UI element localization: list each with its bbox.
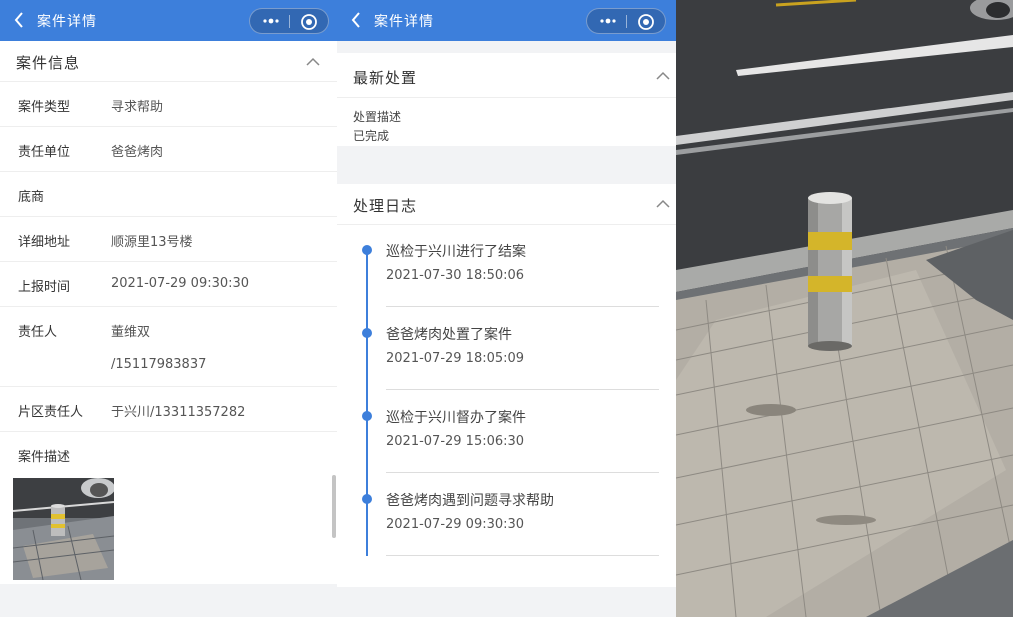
log-entry-time: 2021-07-29 15:06:30	[386, 434, 525, 449]
log-separator	[386, 472, 659, 473]
log-entry-time: 2021-07-29 18:05:09	[386, 351, 525, 366]
field-row-area-manager: 片区责任人 于兴川/13311357282	[0, 387, 337, 432]
timeline-dot	[362, 494, 372, 504]
chevron-up-icon[interactable]	[656, 71, 670, 81]
chevron-up-icon[interactable]	[306, 57, 320, 67]
timeline-dot	[362, 245, 372, 255]
back-chevron-icon[interactable]	[347, 10, 367, 30]
log-separator	[386, 555, 659, 556]
bollard-photo	[676, 0, 1013, 617]
field-row-case-type: 案件类型 寻求帮助	[0, 82, 337, 127]
timeline-line	[366, 250, 368, 556]
field-value: 爸爸烤肉	[111, 145, 164, 160]
case-info-card: 案件信息 案件类型 寻求帮助 责任单位 爸爸烤肉 底商 详细地址 顺源里13号楼…	[0, 41, 337, 584]
page-title: 案件详情	[374, 14, 434, 30]
field-label: 案件描述	[18, 450, 71, 465]
section-title-case-info: 案件信息	[16, 54, 81, 72]
capsule-menu	[586, 8, 666, 34]
divider	[337, 224, 676, 225]
field-value: 于兴川/13311357282	[111, 405, 246, 420]
scrollbar[interactable]	[332, 475, 336, 538]
case-info-screen: 案件详情 案件信息 案件类型 寻求帮助 责任单位 爸爸烤肉 底商 详细地址 顺源…	[0, 0, 337, 617]
top-bar: 案件详情	[0, 0, 337, 41]
divider	[337, 97, 676, 98]
field-label: 案件类型	[18, 100, 71, 115]
case-photo-thumbnail[interactable]	[13, 478, 114, 580]
field-row-shop: 底商	[0, 172, 337, 217]
field-label: 详细地址	[18, 235, 71, 250]
log-separator	[386, 389, 659, 390]
field-label: 底商	[18, 190, 45, 205]
chevron-up-icon[interactable]	[656, 199, 670, 209]
field-row-description: 案件描述	[0, 432, 337, 477]
top-bar: 案件详情	[337, 0, 676, 41]
field-row-responsible-unit: 责任单位 爸爸烤肉	[0, 127, 337, 172]
log-entry-time: 2021-07-29 09:30:30	[386, 517, 525, 532]
field-value-phone: /15117983837	[111, 357, 207, 372]
case-photo-full[interactable]	[676, 0, 1013, 617]
page-title: 案件详情	[37, 14, 97, 30]
log-separator	[386, 306, 659, 307]
capsule-divider	[289, 15, 290, 28]
field-row-report-time: 上报时间 2021-07-29 09:30:30	[0, 262, 337, 307]
field-label: 上报时间	[18, 280, 71, 295]
field-value: 2021-07-29 09:30:30	[111, 276, 250, 291]
disposal-desc-value: 已完成	[353, 129, 390, 143]
field-value: 寻求帮助	[111, 100, 164, 115]
close-circle-icon[interactable]	[300, 13, 318, 31]
back-chevron-icon[interactable]	[10, 10, 30, 30]
log-entry-title: 巡检于兴川督办了案件	[386, 410, 526, 426]
more-dots-icon[interactable]	[260, 13, 282, 29]
capsule-divider	[626, 15, 627, 28]
field-value: 董维双	[111, 325, 151, 340]
log-entry-title: 爸爸烤肉处置了案件	[386, 327, 512, 343]
log-entry-time: 2021-07-30 18:50:06	[386, 268, 525, 283]
case-log-screen: 案件详情 最新处置 处置描述 已完成 处理日志 巡检于兴川进行了结案 2021-…	[337, 0, 676, 617]
close-circle-icon[interactable]	[637, 13, 655, 31]
section-title-process-log: 处理日志	[353, 197, 418, 215]
field-row-address: 详细地址 顺源里13号楼	[0, 217, 337, 262]
log-entry-title: 巡检于兴川进行了结案	[386, 244, 526, 260]
field-row-responsible-person: 责任人 董维双 /15117983837	[0, 307, 337, 387]
timeline-dot	[362, 411, 372, 421]
capsule-menu	[249, 8, 329, 34]
field-label: 责任人	[18, 325, 58, 340]
field-value: 顺源里13号楼	[111, 235, 193, 250]
log-entry-title: 爸爸烤肉遇到问题寻求帮助	[386, 493, 554, 509]
section-title-latest-disposal: 最新处置	[353, 69, 418, 87]
more-dots-icon[interactable]	[597, 13, 619, 29]
field-label: 责任单位	[18, 145, 71, 160]
latest-disposal-card: 最新处置 处置描述 已完成	[337, 53, 676, 146]
disposal-desc-label: 处置描述	[353, 110, 402, 124]
timeline-dot	[362, 328, 372, 338]
field-label: 片区责任人	[18, 405, 84, 420]
